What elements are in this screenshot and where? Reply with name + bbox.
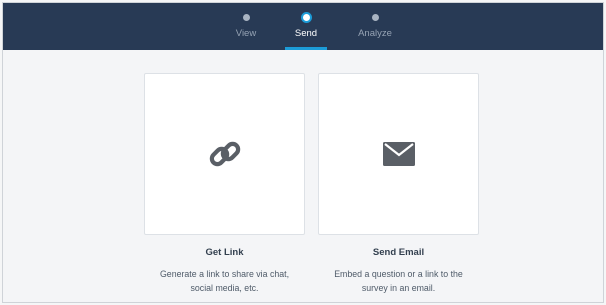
send-email-title: Send Email — [372, 247, 425, 258]
get-link-description: Generate a link to share via chat, socia… — [144, 267, 305, 295]
send-email-description: Embed a question or a link to the survey… — [318, 267, 479, 295]
step-label: View — [235, 28, 257, 39]
send-email-card[interactable] — [318, 73, 479, 235]
step-view[interactable]: View — [216, 3, 276, 50]
get-link-title: Get Link — [205, 247, 244, 258]
active-step-indicator — [285, 47, 327, 50]
description-line: survey in an email. — [361, 283, 436, 293]
description-line: social media, etc. — [190, 283, 259, 293]
step-send[interactable]: Send — [276, 3, 336, 50]
step-dot-active-icon — [300, 12, 312, 23]
step-label: Send — [294, 28, 318, 39]
step-analyze[interactable]: Analyze — [345, 3, 405, 50]
get-link-card[interactable] — [144, 73, 305, 235]
send-panel: View Send Analyze Get Link Generate a li… — [2, 2, 604, 303]
step-dot-icon — [242, 14, 250, 21]
step-navigation-bar: View Send Analyze — [3, 3, 603, 50]
step-dot-icon — [371, 14, 379, 21]
description-line: Embed a question or a link to the — [334, 269, 463, 279]
envelope-icon — [382, 142, 415, 166]
link-icon — [209, 141, 240, 167]
description-line: Generate a link to share via chat, — [159, 269, 290, 279]
step-label: Analyze — [358, 28, 392, 39]
